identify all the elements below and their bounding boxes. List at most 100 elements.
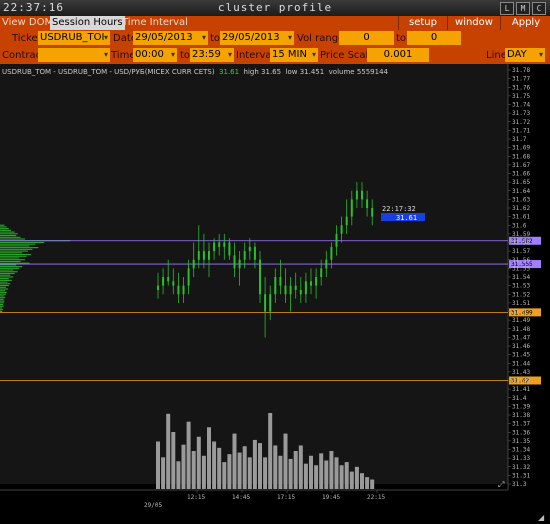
volume-bar	[176, 461, 181, 489]
price-tick-label: 31.77	[512, 76, 530, 83]
volume-bar	[329, 451, 334, 489]
candle-body	[167, 277, 170, 282]
tab-view-dom[interactable]: View DOM	[0, 16, 55, 30]
volume-bar	[196, 436, 201, 489]
price-tick-label: 31.5	[512, 309, 527, 316]
vol-to-input[interactable]: 0	[407, 31, 461, 45]
price-tick-label: 31.37	[512, 421, 530, 428]
vol-to-label: to	[396, 33, 407, 44]
tab-session-hours[interactable]: Session Hours	[50, 16, 125, 30]
profile-bar	[0, 233, 18, 235]
profile-bar	[0, 236, 21, 238]
window-button-c[interactable]: C	[532, 2, 546, 15]
price-tick-label: 31.42	[512, 378, 530, 385]
volume-bar	[171, 432, 176, 489]
profile-bar	[0, 262, 30, 264]
setup-button[interactable]: setup	[398, 16, 447, 30]
time-tick-label: 22:15	[367, 494, 385, 501]
apply-button[interactable]: Apply	[500, 16, 550, 30]
profile-bar	[0, 276, 14, 278]
chart-low: low 31.451	[285, 68, 325, 76]
profile-bar	[0, 271, 18, 273]
candle-body	[294, 285, 297, 290]
candle-body	[248, 246, 251, 252]
expand-icon[interactable]: ⤢	[497, 480, 504, 489]
price-tick-label: 31.46	[512, 343, 530, 350]
candle-body	[202, 251, 205, 260]
candle-body	[371, 208, 374, 217]
profile-bar	[0, 267, 20, 269]
profile-bar	[0, 238, 26, 240]
chart-symbol: USDRUB_TOM - USDRUB_TOM - USD/РУБ(MICEX …	[2, 68, 215, 76]
candle-body	[315, 277, 318, 286]
time-to-select[interactable]: 23:59	[190, 48, 234, 62]
candle-body	[269, 294, 272, 312]
price-tick-label: 31.43	[512, 369, 530, 376]
candle-body	[218, 242, 221, 247]
profile-bar	[0, 264, 17, 266]
window-button-m[interactable]: M	[516, 2, 530, 15]
price-tick-label: 31.67	[512, 162, 530, 169]
profile-bar	[0, 260, 21, 262]
candle-body	[238, 259, 241, 269]
interval-select[interactable]: 15 MIN	[270, 48, 318, 62]
profile-bar	[0, 228, 9, 230]
candle-body	[289, 285, 292, 295]
time-from-select[interactable]: 00:00	[133, 48, 177, 62]
price-tick-label: 31.36	[512, 429, 530, 436]
profile-bar	[0, 283, 11, 285]
volume-bar	[273, 445, 278, 489]
volume-bar	[201, 455, 206, 489]
vol-from-input[interactable]: 0	[339, 31, 394, 45]
date-from-select[interactable]: 29/05/2013	[133, 31, 208, 45]
profile-bar	[0, 252, 23, 254]
vol-range-label: Vol range	[297, 33, 345, 44]
volume-bar	[314, 465, 319, 489]
profile-bar	[0, 285, 9, 287]
date-to-select[interactable]: 29/05/2013	[220, 31, 294, 45]
price-tick-label: 31.55	[512, 265, 530, 272]
price-tick-label: 31.62	[512, 205, 530, 212]
price-tick-label: 31.78	[512, 67, 530, 74]
profile-bar	[0, 241, 45, 243]
volume-bar	[278, 455, 283, 489]
price-scale-input[interactable]: 0.001	[367, 48, 429, 62]
price-tick-label: 31.57	[512, 248, 530, 255]
candle-body	[228, 242, 231, 256]
window-button-l[interactable]: L	[500, 2, 514, 15]
profile-bar	[0, 310, 3, 312]
resize-grip-icon[interactable]: ◢	[538, 513, 545, 522]
profile-bar	[0, 274, 11, 276]
candle-body	[243, 251, 246, 260]
profile-bar	[0, 279, 12, 281]
tab-time-interval[interactable]: Time Interval	[120, 16, 190, 30]
candle-body	[172, 281, 175, 286]
volume-bar	[293, 451, 298, 489]
candle-body	[345, 216, 348, 226]
candle-body	[259, 259, 261, 295]
profile-bar	[0, 298, 4, 300]
candle-body	[361, 190, 363, 200]
price-tick-label: 31.63	[512, 196, 530, 203]
ticker-select[interactable]: USDRUB_TOI	[38, 31, 110, 45]
candle-body	[320, 268, 323, 277]
candle-body	[284, 285, 287, 295]
price-tick-label: 31.66	[512, 171, 530, 178]
price-tick-label: 31.72	[512, 119, 530, 126]
cluster-profile-chart[interactable]: 31.58231.55531.49931.42 31.331.3131.3231…	[0, 64, 550, 524]
window-buttons: L M C	[500, 2, 546, 15]
price-tick-label: 31.48	[512, 326, 530, 333]
contract-select[interactable]	[38, 48, 110, 62]
chart-high: high 31.65	[243, 68, 282, 76]
volume-bar	[283, 433, 288, 489]
candle-body	[213, 242, 216, 252]
menu-bar: View DOM Session Hours Time Interval set…	[0, 16, 550, 30]
volume-bar	[334, 457, 339, 489]
candle-body	[233, 255, 236, 269]
price-tick-label: 31.4	[512, 395, 527, 402]
price-tick-label: 31.54	[512, 274, 530, 281]
volume-bar	[298, 445, 303, 489]
volume-bar	[166, 413, 171, 489]
line-select[interactable]: DAY	[505, 48, 545, 62]
window-button[interactable]: window	[447, 16, 500, 30]
